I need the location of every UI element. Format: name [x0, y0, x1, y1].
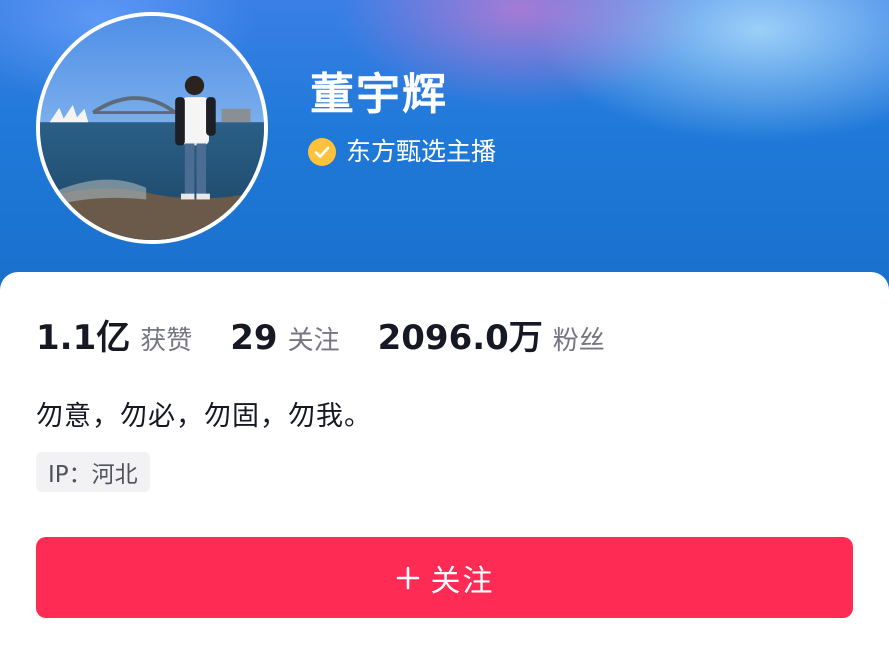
plus-icon — [395, 565, 421, 591]
stat-following[interactable]: 29 关注 — [230, 318, 339, 358]
verified-check-icon — [308, 138, 336, 166]
profile-bio: 勿意，勿必，勿固，勿我。 — [36, 401, 372, 432]
stat-likes[interactable]: 1.1亿 获赞 — [36, 310, 192, 359]
stat-likes-value: 1.1亿 — [36, 318, 131, 358]
stat-following-value: 29 — [230, 318, 278, 358]
ip-location-tag: IP：河北 — [36, 452, 150, 492]
stat-followers-value: 2096.0万 — [377, 318, 543, 358]
profile-info-card: 1.1亿 获赞 29 关注 2096.0万 粉丝 勿意，勿必，勿固，勿我。 IP… — [0, 272, 889, 652]
avatar[interactable] — [36, 12, 268, 244]
avatar-photo — [40, 16, 264, 240]
profile-name: 董宇辉 — [310, 69, 448, 120]
verification-text: 东方甄选主播 — [346, 137, 497, 166]
stat-followers[interactable]: 2096.0万 粉丝 — [378, 310, 605, 359]
profile-stats: 1.1亿 获赞 29 关注 2096.0万 粉丝 — [36, 310, 643, 359]
stat-likes-label: 获赞 — [140, 326, 193, 356]
verification-badge[interactable]: 东方甄选主播 — [308, 138, 496, 166]
stat-followers-label: 粉丝 — [552, 326, 605, 356]
follow-button[interactable]: 关注 — [36, 537, 853, 618]
stat-following-label: 关注 — [287, 326, 340, 356]
follow-button-label: 关注 — [430, 564, 495, 598]
